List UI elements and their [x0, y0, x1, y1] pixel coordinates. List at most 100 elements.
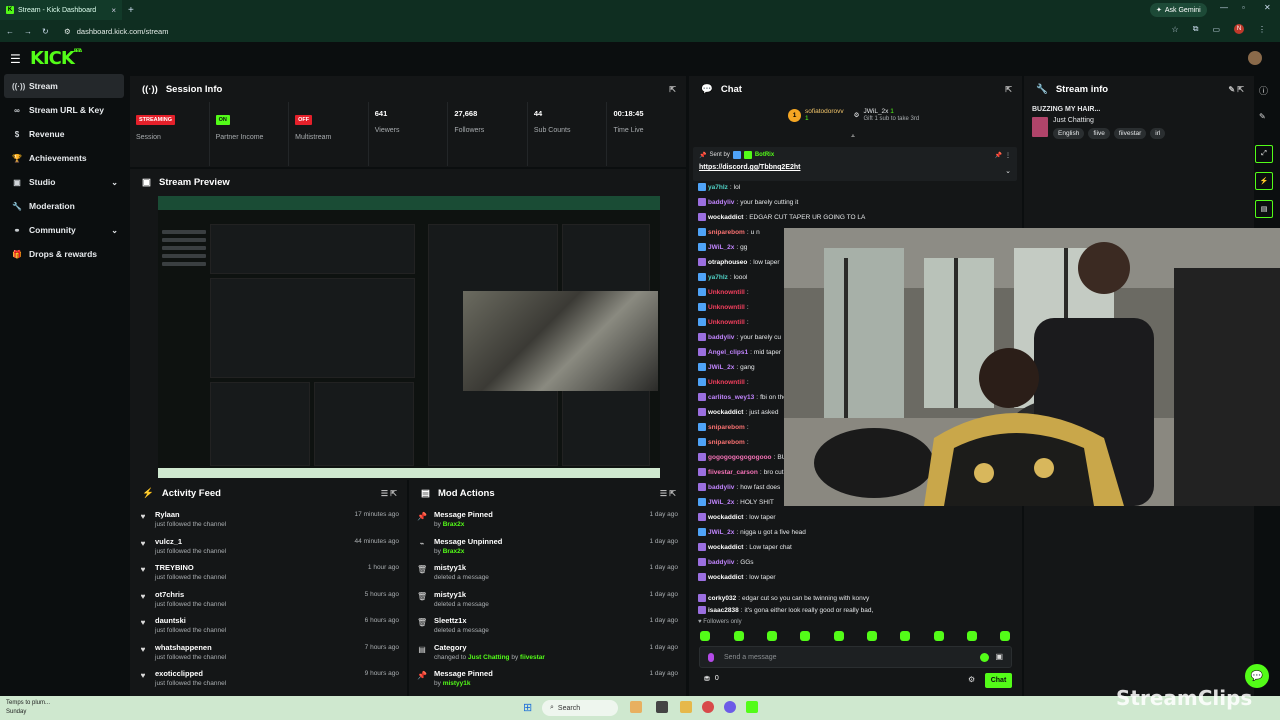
microphone-icon[interactable]: [708, 653, 714, 662]
chat-message[interactable]: baddyliv: GGs: [698, 558, 754, 566]
clipboard-icon[interactable]: ▤: [1255, 200, 1273, 218]
more-options-icon[interactable]: ⋮: [1005, 152, 1011, 159]
chat-username[interactable]: Unknowntill: [708, 379, 745, 386]
chat-message[interactable]: gogogogogogogooo: BUZZ: [698, 453, 794, 461]
ask-gemini-button[interactable]: ✦ Ask Gemini: [1150, 3, 1207, 17]
popout-icon[interactable]: ⇱: [669, 85, 676, 94]
popout-icon[interactable]: ⇱: [1005, 85, 1012, 94]
activity-user[interactable]: Rylaan: [155, 510, 226, 519]
filter-icon[interactable]: ☰ ⇱: [660, 489, 676, 498]
user-avatar[interactable]: [1248, 51, 1262, 65]
chat-username[interactable]: Unknowntill: [708, 319, 745, 326]
chat-message[interactable]: wockaddict: just asked: [698, 408, 779, 416]
mod-action-user[interactable]: Brax2x: [443, 548, 465, 555]
chat-username[interactable]: ya7hlz: [708, 184, 728, 191]
weather-widget[interactable]: Temps to plum... Sunday: [6, 699, 50, 717]
expand-icon[interactable]: ⤢: [1255, 145, 1273, 163]
chat-message[interactable]: sniparebom:: [698, 438, 751, 446]
back-icon[interactable]: ←: [6, 27, 14, 36]
chat-username[interactable]: JWiL_2x: [708, 364, 734, 371]
mod-action-user[interactable]: mistyy1k: [443, 680, 471, 687]
chat-message[interactable]: JWiL_2x: gang: [698, 363, 755, 371]
windows-start-icon[interactable]: ⊞: [523, 701, 532, 714]
help-chat-bubble-icon[interactable]: 💬: [1245, 664, 1269, 688]
chat-username[interactable]: JWiL_2x: [708, 529, 734, 536]
discord-icon[interactable]: [724, 701, 736, 713]
tag-chip[interactable]: fiivestar: [1113, 128, 1147, 139]
emote-icon[interactable]: [900, 631, 910, 641]
chat-username[interactable]: fiivestar_carson: [708, 469, 758, 476]
mod-action-user[interactable]: Brax2x: [443, 521, 465, 528]
pinned-message[interactable]: 📌 Sent by BotRix 📌 ⋮ https://discord.gg/…: [693, 147, 1017, 181]
chat-username[interactable]: baddyliv: [708, 199, 734, 206]
site-info-icon[interactable]: ⚙: [64, 27, 71, 36]
chevron-down-icon[interactable]: ⩡: [851, 133, 855, 141]
emote-icon[interactable]: [734, 631, 744, 641]
minimize-icon[interactable]: —: [1220, 3, 1228, 12]
chat-username[interactable]: Unknowntill: [708, 304, 745, 311]
chat-message[interactable]: otraphouseo: low taper: [698, 258, 780, 266]
chat-message[interactable]: wockaddict: Low taper chat: [698, 543, 792, 551]
task-view-icon[interactable]: [656, 701, 668, 713]
chat-username[interactable]: wockaddict: [708, 574, 743, 581]
tag-chip[interactable]: English: [1053, 128, 1085, 139]
chat-username[interactable]: JWiL_2x: [708, 499, 734, 506]
chat-username[interactable]: carlitos_wey13: [708, 394, 754, 401]
mod-action-user[interactable]: fiivestar: [520, 654, 545, 661]
file-explorer-icon[interactable]: [680, 701, 692, 713]
chat-username[interactable]: sniparebom: [708, 439, 745, 446]
emote-icon[interactable]: [767, 631, 777, 641]
emote-icon[interactable]: [867, 631, 877, 641]
emote-icon[interactable]: [700, 631, 710, 641]
sidebar-item-achievements[interactable]: 🏆 Achievements: [4, 146, 124, 170]
hamburger-menu-icon[interactable]: ☰: [10, 52, 21, 66]
chat-username[interactable]: wockaddict: [708, 214, 743, 221]
chat-message[interactable]: Unknowntill:: [698, 303, 751, 311]
edit-pencil-icon[interactable]: ✎: [1259, 112, 1266, 121]
sidebar-item-stream[interactable]: ((·)) Stream: [4, 74, 124, 98]
chat-username[interactable]: corky032: [708, 595, 736, 602]
tag-chip[interactable]: fiive: [1088, 128, 1110, 139]
chat-message[interactable]: corky032: edgar cut so you can be twinni…: [698, 594, 869, 602]
url-field[interactable]: ⚙ dashboard.kick.com/stream: [64, 24, 1134, 38]
chat-message[interactable]: Unknowntill:: [698, 318, 751, 326]
filter-icon[interactable]: ☰ ⇱: [381, 489, 397, 498]
channel-points[interactable]: ⛃ 0: [704, 675, 719, 683]
chrome-icon[interactable]: [702, 701, 714, 713]
emote-icon[interactable]: [934, 631, 944, 641]
sidebar-item-moderation[interactable]: 🔧 Moderation: [4, 194, 124, 218]
chat-username[interactable]: ya7hlz: [708, 274, 728, 281]
chat-message[interactable]: isaac2838: it's gona either look really …: [698, 606, 873, 614]
sidepanel-icon[interactable]: ▭: [1212, 25, 1220, 34]
chat-username[interactable]: baddyliv: [708, 559, 734, 566]
forward-icon[interactable]: →: [24, 27, 32, 36]
chat-username[interactable]: Unknowntill: [708, 289, 745, 296]
chat-message[interactable]: carlitos_wey13: fbi on there: [698, 393, 793, 401]
browser-menu-icon[interactable]: ⋮: [1258, 25, 1266, 34]
sidebar-item-stream-url-key[interactable]: ∞ Stream URL & Key: [4, 98, 124, 122]
emote-icon[interactable]: [967, 631, 977, 641]
chat-message[interactable]: Unknowntill:: [698, 288, 751, 296]
pin-icon[interactable]: 📌: [995, 152, 1002, 159]
tag-chip[interactable]: irl: [1150, 128, 1166, 139]
bookmark-star-icon[interactable]: ☆: [1172, 25, 1179, 34]
reload-icon[interactable]: ↻: [42, 27, 49, 36]
activity-user[interactable]: dauntski: [155, 616, 226, 625]
chat-username[interactable]: isaac2838: [708, 607, 739, 614]
edit-pencil-icon[interactable]: ✎ ⇱: [1228, 85, 1244, 94]
sidebar-item-studio[interactable]: ▣ Studio ⌄: [4, 170, 124, 194]
widgets-icon[interactable]: [630, 701, 642, 713]
emote-icon[interactable]: [1000, 631, 1010, 641]
bolt-icon[interactable]: ⚡: [1255, 172, 1273, 190]
chat-username[interactable]: wockaddict: [708, 409, 743, 416]
sticker-icon[interactable]: ▣: [995, 652, 1003, 661]
browser-tab[interactable]: K Stream - Kick Dashboard ×: [0, 0, 122, 20]
chat-username[interactable]: baddyliv: [708, 484, 734, 491]
chat-message[interactable]: baddyliv: your barely cu: [698, 333, 781, 341]
chat-username[interactable]: Angel_clips1: [708, 349, 748, 356]
chat-message[interactable]: baddyliv: your barely cutting it: [698, 198, 798, 206]
chat-username[interactable]: wockaddict: [708, 544, 743, 551]
window-close-icon[interactable]: ✕: [1264, 3, 1271, 12]
chat-message[interactable]: ya7hlz: loool: [698, 273, 747, 281]
chat-username[interactable]: wockaddict: [708, 514, 743, 521]
